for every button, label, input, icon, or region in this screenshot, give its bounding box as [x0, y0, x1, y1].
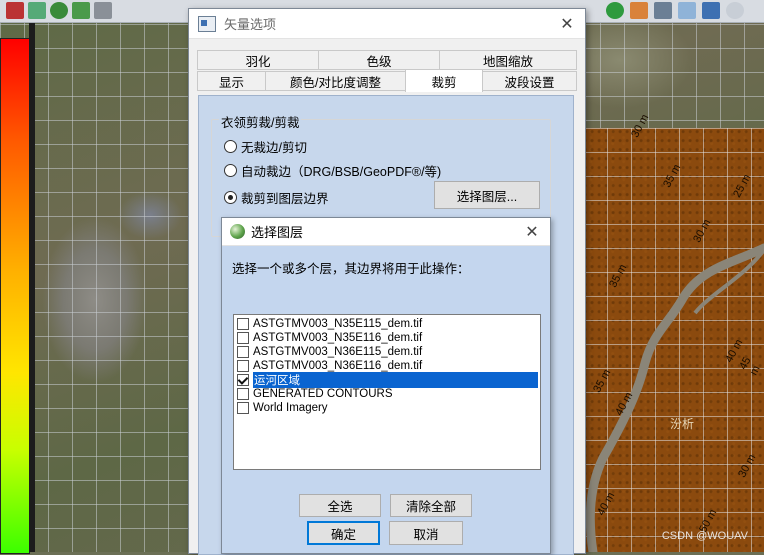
stop-icon[interactable]: [630, 2, 648, 19]
tab-band-settings[interactable]: 波段设置: [482, 71, 577, 91]
close-icon[interactable]: ✕: [514, 222, 550, 242]
list-item[interactable]: GENERATED CONTOURS: [236, 387, 538, 401]
arrow-icon[interactable]: [678, 2, 696, 19]
list-item[interactable]: 运河区域: [236, 372, 538, 388]
ok-button[interactable]: 确定: [307, 521, 380, 545]
layer-label: World Imagery: [253, 402, 328, 414]
crop-group-label: 衣领剪裁/剪裁: [219, 112, 302, 131]
radio-no-crop[interactable]: 无裁边/剪切: [224, 137, 307, 156]
tab-map-zoom[interactable]: 地图缩放: [439, 50, 577, 70]
tab-display[interactable]: 显示: [197, 71, 266, 91]
titlebar: 矢量选项 ✕: [189, 9, 585, 39]
layer-label: GENERATED CONTOURS: [253, 388, 393, 400]
watermark: CSDN @WOUAV: [661, 530, 748, 542]
layer-label: ASTGTMV003_N35E116_dem.tif: [253, 332, 423, 344]
tab-color-levels[interactable]: 色级: [318, 50, 440, 70]
close-icon[interactable]: ✕: [549, 14, 585, 34]
radio-indicator: [224, 140, 237, 153]
building-icon[interactable]: [94, 2, 112, 19]
list-item[interactable]: ASTGTMV003_N36E116_dem.tif: [236, 359, 538, 373]
list-item[interactable]: World Imagery: [236, 401, 538, 415]
tab-color-contrast[interactable]: 颜色/对比度调整: [265, 71, 406, 91]
radio-auto-crop[interactable]: 自动裁边（DRG/BSB/GeoPDF®/等): [224, 161, 441, 180]
titlebar: 选择图层 ✕: [222, 218, 550, 246]
radio-label: 裁剪到图层边界: [241, 192, 329, 206]
dialog-title: 矢量选项: [224, 17, 277, 32]
prompt-text: 选择一个或多个层，其边界将用于此操作：: [232, 262, 470, 276]
app-icon: [198, 15, 216, 32]
bird-icon[interactable]: [654, 2, 672, 19]
layer-label: ASTGTMV003_N36E116_dem.tif: [253, 360, 423, 372]
layer-label: ASTGTMV003_N35E115_dem.tif: [253, 318, 423, 330]
checkbox[interactable]: [237, 360, 249, 372]
layer-label-selected: 运河区域: [253, 372, 538, 388]
layer-listbox[interactable]: ASTGTMV003_N35E115_dem.tif ASTGTMV003_N3…: [233, 314, 541, 470]
radio-label: 无裁边/剪切: [241, 141, 307, 155]
radio-indicator: [224, 191, 237, 204]
place-label: 汾析: [670, 417, 695, 431]
tree-icon[interactable]: [72, 2, 90, 19]
tab-feather[interactable]: 羽化: [197, 50, 319, 70]
list-item[interactable]: ASTGTMV003_N35E116_dem.tif: [236, 331, 538, 345]
legend-border: [29, 0, 35, 552]
chevron-icon[interactable]: [702, 2, 720, 19]
checkbox[interactable]: [237, 318, 249, 330]
list-item[interactable]: ASTGTMV003_N36E115_dem.tif: [236, 345, 538, 359]
select-all-button[interactable]: 全选: [299, 494, 381, 517]
dialog-title: 选择图层: [251, 225, 304, 240]
checkbox[interactable]: [237, 402, 249, 414]
list-item[interactable]: ASTGTMV003_N35E115_dem.tif: [236, 317, 538, 331]
radio-label: 自动裁边（DRG/BSB/GeoPDF®/等): [241, 165, 442, 179]
layer-label: ASTGTMV003_N36E115_dem.tif: [253, 346, 423, 358]
grass-icon[interactable]: [28, 2, 46, 19]
clear-all-button[interactable]: 清除全部: [390, 494, 472, 517]
globe-icon: [230, 224, 245, 239]
tab-crop[interactable]: 裁剪: [405, 69, 483, 92]
checkbox[interactable]: [237, 346, 249, 358]
play-icon[interactable]: [606, 2, 624, 19]
checkbox[interactable]: [237, 374, 249, 386]
select-layer-dialog: 选择图层 ✕ 选择一个或多个层，其边界将用于此操作： ASTGTMV003_N3…: [221, 217, 551, 554]
select-layer-button[interactable]: 选择图层...: [434, 181, 540, 209]
elevation-legend-bar: [0, 38, 30, 554]
cancel-button[interactable]: 取消: [389, 521, 463, 545]
radio-indicator: [224, 164, 237, 177]
radio-crop-to-layer[interactable]: 裁剪到图层边界: [224, 188, 329, 207]
tree-icon[interactable]: [50, 2, 68, 19]
volcano-icon[interactable]: [6, 2, 24, 19]
zoom-in-icon[interactable]: [726, 2, 744, 19]
checkbox[interactable]: [237, 332, 249, 344]
checkbox[interactable]: [237, 388, 249, 400]
